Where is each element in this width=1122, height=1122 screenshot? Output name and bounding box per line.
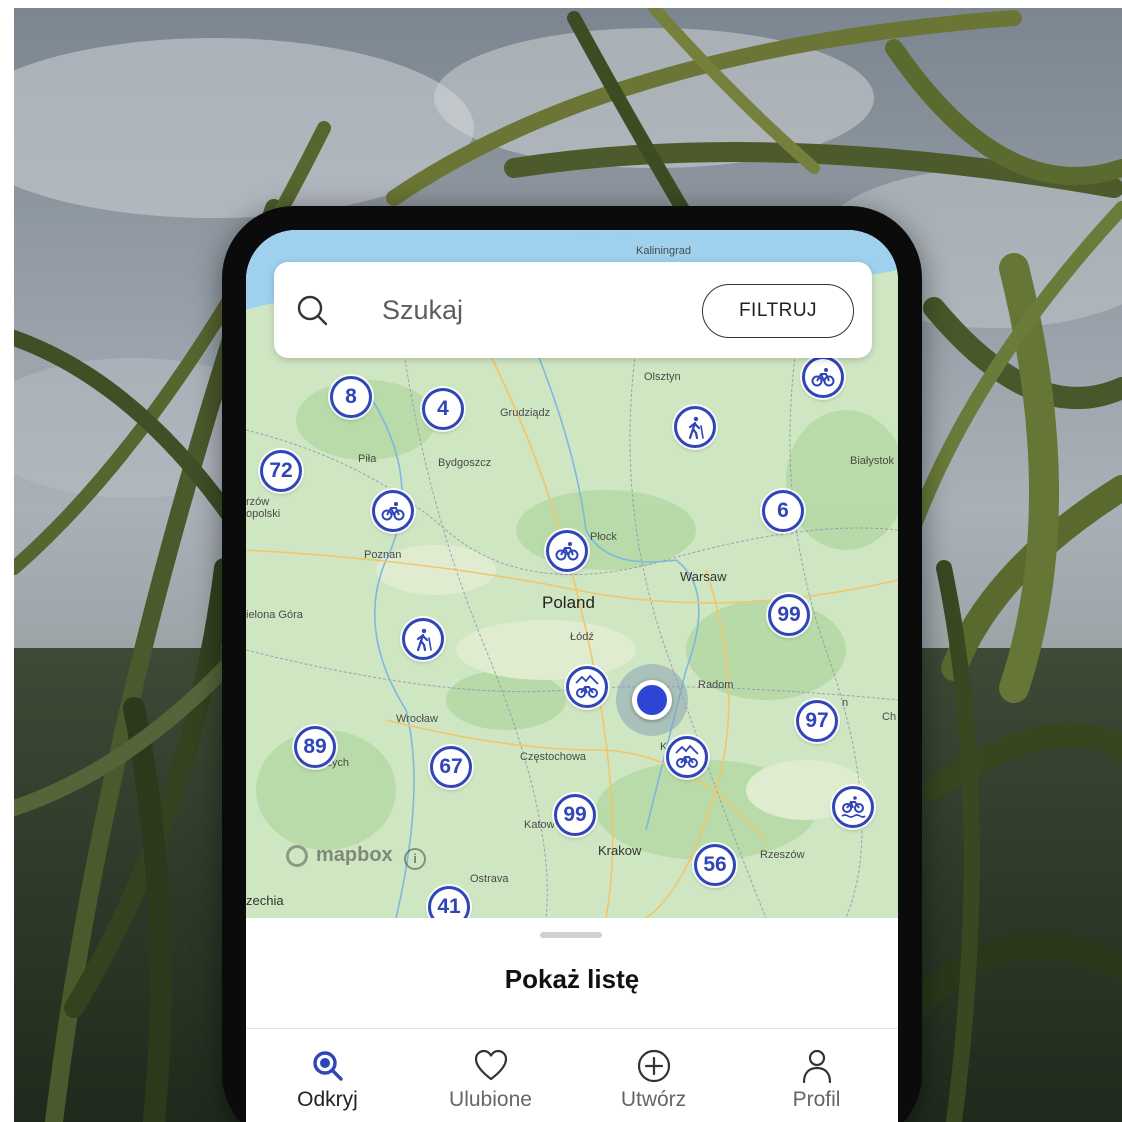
place-chelm-fragment: Ch [882,711,897,723]
hiking-icon [688,416,704,440]
plus-circle-icon [637,1049,670,1083]
cluster-marker[interactable]: 99 [554,794,596,836]
place-gorzow: rzów opolski [246,496,281,521]
place-radom: Radom [698,679,734,691]
bike-icon [381,502,405,521]
bottom-sheet: Pokaż listę Odkryj Ulubione Utwórz Profi… [246,918,898,1122]
cluster-marker[interactable]: 89 [294,726,336,768]
cluster-marker[interactable]: 99 [768,594,810,636]
place-plock: Płock [590,531,617,543]
map-view[interactable]: Kaliningrad Olsztyn Grudziądz Bydgoszcz … [246,230,898,918]
tab-create[interactable]: Utwórz [572,1030,735,1122]
tab-discover[interactable]: Odkryj [246,1030,409,1122]
tab-label: Ulubione [449,1088,532,1111]
phone-frame: Kaliningrad Olsztyn Grudziądz Bydgoszcz … [222,206,922,1122]
mountain-bike-icon [575,674,599,698]
place-olsztyn: Olsztyn [644,371,681,383]
place-katowice: Katow [524,819,555,831]
place-grudziadz: Grudziądz [500,407,551,419]
cluster-marker[interactable]: 67 [430,746,472,788]
mapbox-logo[interactable]: mapbox [286,844,393,867]
sheet-drag-handle[interactable] [540,932,602,938]
promo-scene: Kaliningrad Olsztyn Grudziądz Bydgoszcz … [0,0,1122,1122]
search-bar: FILTRUJ [274,262,872,358]
mapbox-wordmark: mapbox [316,844,393,866]
bike-marker[interactable] [546,530,588,572]
bottom-tab-bar: Odkryj Ulubione Utwórz Profil [246,1030,898,1122]
bike-water-icon [841,796,866,818]
attribution-info-button[interactable]: i [404,848,426,870]
cluster-marker[interactable]: 4 [422,388,464,430]
tab-label: Profil [792,1088,841,1111]
search-icon[interactable] [294,292,330,328]
place-lublin-fragment: n [842,697,849,709]
mountain-bike-icon [675,744,699,768]
bike-marker[interactable] [802,356,844,398]
cluster-marker[interactable]: 56 [694,844,736,886]
cluster-marker[interactable]: 8 [330,376,372,418]
place-bydgoszcz: Bydgoszcz [438,457,492,469]
mountain-bike-marker[interactable] [666,736,708,778]
bike-marker[interactable] [372,490,414,532]
place-wroclaw: Wrocław [396,713,438,725]
place-poznan: Poznan [364,549,402,561]
mapbox-mark-icon [286,844,308,867]
place-krakow: Krakow [598,843,642,858]
bike-icon [555,542,579,561]
place-zielona-gora: ielona Góra [246,609,303,621]
heart-icon [474,1049,507,1081]
place-poland: Poland [542,593,595,612]
place-bialystok: Białystok [850,455,895,467]
place-rzeszow: Rzeszów [760,849,805,861]
cluster-marker[interactable]: 72 [260,450,302,492]
show-list-button[interactable]: Pokaż listę [246,964,898,995]
place-czechia: zechia [246,893,284,908]
place-warsaw: Warsaw [680,569,727,584]
place-czestochowa: Częstochowa [520,751,587,763]
place-pila: Piła [358,453,377,465]
mountain-bike-marker[interactable] [566,666,608,708]
cluster-marker[interactable]: 6 [762,490,804,532]
hiking-icon [416,628,432,652]
tab-label: Utwórz [620,1088,687,1111]
divider [246,1028,898,1029]
bike-icon [811,368,835,387]
filter-button[interactable]: FILTRUJ [702,284,854,338]
tab-label: Odkryj [297,1088,358,1111]
tab-favorites[interactable]: Ulubione [409,1030,572,1122]
bike-water-marker[interactable] [832,786,874,828]
search-icon [312,1051,343,1081]
place-ostrava: Ostrava [470,873,509,885]
hike-marker[interactable] [674,406,716,448]
search-input[interactable] [382,288,682,332]
place-lodz: Łódź [570,631,594,643]
person-icon [802,1049,831,1084]
place-kaliningrad: Kaliningrad [636,245,692,257]
app-screen: Kaliningrad Olsztyn Grudziądz Bydgoszcz … [246,230,898,1122]
cluster-marker[interactable]: 97 [796,700,838,742]
tab-profile[interactable]: Profil [735,1030,898,1122]
current-location-dot [632,680,672,720]
hike-marker[interactable] [402,618,444,660]
